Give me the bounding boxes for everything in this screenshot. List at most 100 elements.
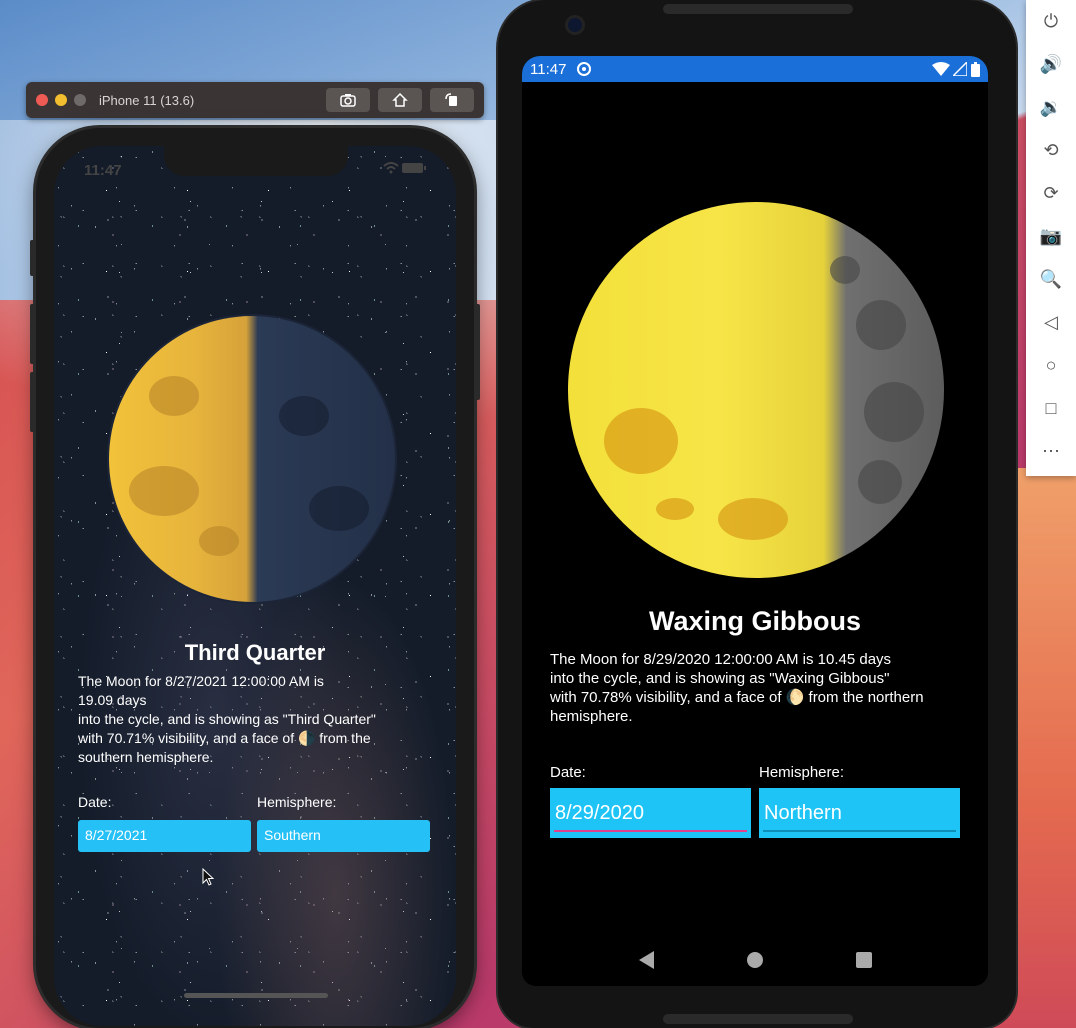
rotate-right-icon: ⟳: [1043, 183, 1059, 203]
description-line: into the cycle, and is showing as "Waxin…: [550, 670, 890, 687]
mute-switch: [30, 240, 36, 276]
volume-down-icon: 🔉: [1039, 97, 1063, 117]
moon-crater: [129, 466, 199, 516]
description-line: hemisphere.: [550, 708, 633, 725]
volume-down-button[interactable]: 🔉: [1026, 86, 1076, 129]
android-app-screen: 11:47 Waxing Gibbous The Moon for 8/29/2…: [522, 56, 988, 986]
home-button[interactable]: [378, 88, 422, 112]
rotate-right-button[interactable]: ⟳: [1026, 172, 1076, 215]
android-status-bar: 11:47: [522, 56, 988, 82]
more-button[interactable]: ⋯: [1026, 430, 1076, 473]
iphone-device: 11:47 Third Quarter The Moon for 8/27/20…: [30, 128, 480, 1028]
rotate-icon: [445, 93, 457, 106]
ios-date-picker[interactable]: 8/27/2021: [78, 820, 251, 852]
simulator-titlebar: iPhone 11 (13.6): [26, 82, 484, 118]
android-status-time: 11:47: [530, 60, 567, 78]
description-line: 19.09 days: [78, 692, 147, 708]
hemisphere-field-underline: [763, 830, 956, 832]
android-device: 11:47 Waxing Gibbous The Moon for 8/29/2…: [498, 0, 1016, 1028]
description-line: into the cycle, and is showing as "Third…: [78, 711, 376, 727]
more-icon: ⋯: [1042, 441, 1060, 461]
moon-crater: [830, 256, 860, 284]
back-button[interactable]: ◁: [1026, 301, 1076, 344]
description-line: with 70.78% visibility, and a face of 🌔 …: [550, 689, 924, 706]
ios-notch: [164, 146, 348, 176]
home-button[interactable]: ○: [1026, 344, 1076, 387]
battery-icon: [971, 61, 980, 77]
nav-back-icon[interactable]: [638, 951, 654, 969]
description-line: The Moon for 8/27/2021 12:00:00 AM is: [78, 673, 324, 689]
home-icon: [392, 93, 408, 107]
ios-date-label: Date:: [78, 794, 112, 810]
android-hemisphere-label: Hemisphere:: [759, 764, 845, 781]
nav-home-icon[interactable]: [746, 952, 763, 968]
ios-phase-description: The Moon for 8/27/2021 12:00:00 AM is 19…: [78, 672, 438, 767]
wifi-icon: [932, 62, 950, 76]
volume-down-side-button: [30, 372, 36, 432]
description-line: southern hemisphere.: [78, 749, 214, 765]
android-date-picker[interactable]: 8/29/2020: [550, 788, 751, 838]
volume-up-side-button: [30, 304, 36, 364]
bottom-speaker: [663, 1014, 853, 1024]
moon-crater: [718, 498, 788, 540]
back-icon: ◁: [1044, 312, 1058, 332]
moon-crater: [864, 382, 924, 442]
ios-hemisphere-picker[interactable]: Southern: [257, 820, 430, 852]
emulator-toolbar: ⏻ 🔊 🔉 ⟲ ⟳ 📷 🔍 ◁ ○ □ ⋯: [1026, 0, 1076, 476]
zoom-icon: 🔍: [1039, 269, 1063, 289]
android-phase-description: The Moon for 8/29/2020 12:00:00 AM is 10…: [550, 650, 970, 726]
android-app-content: Waxing Gibbous The Moon for 8/29/2020 12…: [522, 82, 988, 934]
signal-icon: [953, 62, 967, 76]
moon-crater: [656, 498, 694, 520]
rotate-button[interactable]: [430, 88, 474, 112]
moon-crater: [279, 396, 329, 436]
moon-crater: [149, 376, 199, 416]
minimize-window-button[interactable]: [55, 94, 67, 106]
power-side-button: [474, 304, 480, 400]
moon-crater: [858, 460, 902, 504]
power-icon: ⏻: [1043, 11, 1059, 31]
zoom-window-button[interactable]: [74, 94, 86, 106]
ios-hemisphere-label: Hemisphere:: [257, 794, 337, 810]
ios-app-screen: 11:47 Third Quarter The Moon for 8/27/20…: [54, 146, 456, 1026]
power-button[interactable]: ⏻: [1026, 0, 1076, 43]
top-speaker: [663, 4, 853, 14]
ios-status-icons: [383, 162, 426, 177]
moon-crater: [604, 408, 678, 474]
ios-home-indicator[interactable]: [184, 993, 328, 998]
volume-up-button[interactable]: 🔊: [1026, 43, 1076, 86]
moon-phase-image: [568, 202, 944, 578]
moon-crater: [309, 486, 369, 531]
volume-up-icon: 🔊: [1039, 54, 1063, 74]
take-screenshot-button[interactable]: 📷: [1026, 215, 1076, 258]
camera-icon: [340, 94, 356, 107]
simulator-title: iPhone 11 (13.6): [99, 92, 195, 108]
moon-phase-image: [109, 316, 395, 602]
home-circle-icon: ○: [1045, 355, 1057, 375]
camera-icon: 📷: [1039, 226, 1063, 246]
close-window-button[interactable]: [36, 94, 48, 106]
description-line: The Moon for 8/29/2020 12:00:00 AM is 10…: [550, 651, 892, 668]
android-navigation-bar: [522, 934, 988, 986]
android-hemisphere-value: Northern: [764, 802, 842, 824]
overview-icon: □: [1045, 398, 1057, 418]
nav-recents-icon[interactable]: [855, 952, 872, 968]
android-phase-title: Waxing Gibbous: [649, 606, 861, 636]
description-line: with 70.71% visibility, and a face of 🌗 …: [78, 730, 371, 746]
android-hemisphere-picker[interactable]: Northern: [759, 788, 960, 838]
android-date-label: Date:: [550, 764, 586, 781]
front-camera: [568, 18, 582, 32]
overview-button[interactable]: □: [1026, 387, 1076, 430]
wifi-icon: [383, 162, 399, 174]
moon-crater: [199, 526, 239, 556]
ios-phase-title: Third Quarter: [184, 640, 326, 665]
sync-icon: [577, 62, 592, 76]
zoom-button[interactable]: 🔍: [1026, 258, 1076, 301]
android-date-value: 8/29/2020: [555, 802, 644, 824]
date-field-underline: [554, 830, 747, 832]
rotate-left-button[interactable]: ⟲: [1026, 129, 1076, 172]
moon-crater: [856, 300, 906, 350]
ios-status-time: 11:47: [84, 162, 122, 179]
screenshot-button[interactable]: [326, 88, 370, 112]
battery-icon: [402, 163, 426, 173]
